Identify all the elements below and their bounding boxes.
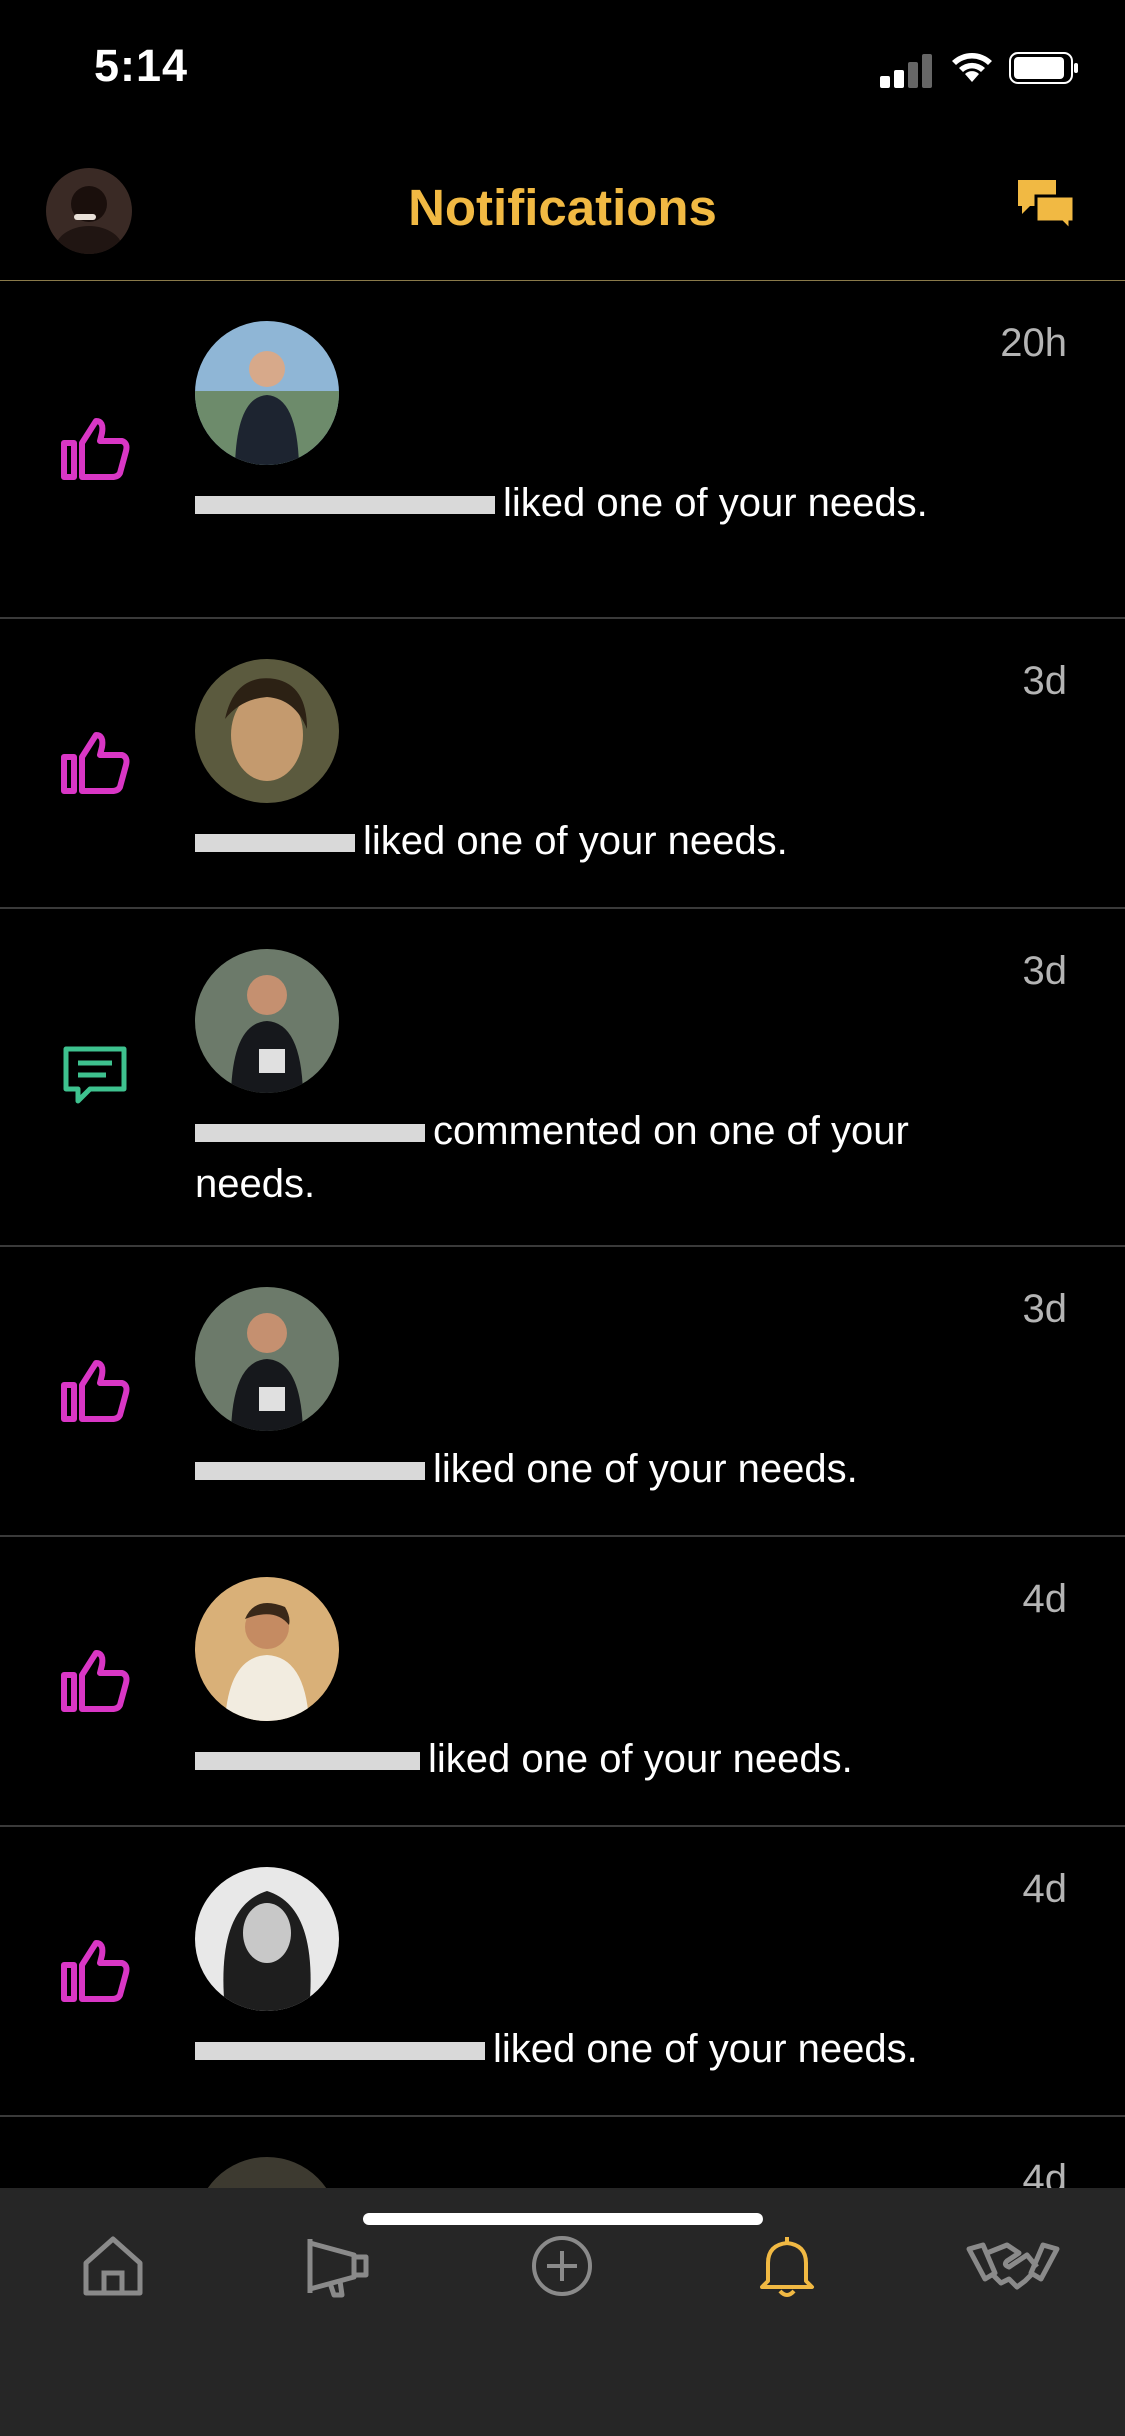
thumbs-up-icon [61, 1650, 130, 1712]
avatar[interactable] [195, 1287, 339, 1431]
timestamp: 20h [1000, 321, 1067, 365]
avatar[interactable] [195, 949, 339, 1093]
tab-bar [0, 2188, 1125, 2436]
tab-notifications[interactable] [732, 2226, 842, 2306]
thumbs-up-icon [61, 1940, 130, 2002]
notification-text: commented on one of your needs. [195, 1109, 909, 1206]
notification-text: liked one of your needs. [195, 477, 1015, 530]
notification-text: liked one of your needs. [195, 1443, 1015, 1496]
page-title: Notifications [408, 179, 717, 236]
redacted-name [195, 2042, 485, 2061]
thumbs-up-icon [61, 1360, 130, 1422]
notification-row[interactable]: 4d liked one of your needs. [0, 1537, 1125, 1827]
timestamp: 4d [1022, 1867, 1068, 1911]
tab-home[interactable] [58, 2226, 168, 2306]
cellular-signal-icon [880, 52, 936, 88]
messages-button[interactable] [1014, 176, 1078, 240]
battery-icon [1009, 52, 1078, 84]
timestamp: 3d [1022, 949, 1068, 993]
thumbs-up-icon [61, 732, 130, 794]
notification-row[interactable]: 3d liked one of your needs. [0, 1247, 1125, 1537]
notification-text: liked one of your needs. [195, 1733, 1015, 1786]
notification-text: liked one of your needs. [195, 815, 1015, 868]
avatar[interactable] [195, 659, 339, 803]
handshake-icon [966, 2242, 1060, 2290]
notification-list[interactable]: 20h liked one of your needs. 3d liked on… [0, 281, 1125, 2188]
notification-row[interactable]: 20h liked one of your needs. [0, 281, 1125, 619]
tab-announcements[interactable] [282, 2226, 392, 2306]
thumbs-up-icon [61, 418, 130, 480]
header: Notifications [0, 140, 1125, 281]
wifi-icon [952, 53, 992, 82]
comment-icon [63, 1046, 127, 1104]
avatar[interactable] [195, 1867, 339, 2011]
redacted-name [195, 496, 495, 515]
redacted-name [195, 834, 355, 853]
redacted-name [195, 1752, 420, 1771]
timestamp: 4d [1022, 2157, 1068, 2188]
avatar[interactable] [195, 1577, 339, 1721]
home-icon [83, 2236, 143, 2296]
notification-row[interactable]: 3d commented on one of your needs. [0, 909, 1125, 1247]
avatar[interactable] [195, 2157, 339, 2188]
timestamp: 4d [1022, 1577, 1068, 1621]
status-bar: 5:14 [0, 0, 1125, 140]
redacted-name [195, 1124, 425, 1143]
chat-bubbles-icon [1018, 180, 1076, 234]
notification-row[interactable]: 4d [0, 2117, 1125, 2188]
timestamp: 3d [1022, 1287, 1068, 1331]
avatar[interactable] [195, 321, 339, 465]
notification-text: liked one of your needs. [195, 2023, 1015, 2076]
bell-icon [760, 2237, 814, 2297]
home-indicator [363, 2213, 763, 2225]
redacted-name [195, 1462, 425, 1481]
megaphone-icon [307, 2239, 369, 2298]
notification-row[interactable]: 3d liked one of your needs. [0, 619, 1125, 909]
add-icon [532, 2236, 592, 2296]
tab-connections[interactable] [958, 2226, 1068, 2306]
status-time: 5:14 [94, 40, 189, 91]
timestamp: 3d [1022, 659, 1068, 703]
notification-row[interactable]: 4d liked one of your needs. [0, 1827, 1125, 2117]
tab-add[interactable] [507, 2226, 617, 2306]
